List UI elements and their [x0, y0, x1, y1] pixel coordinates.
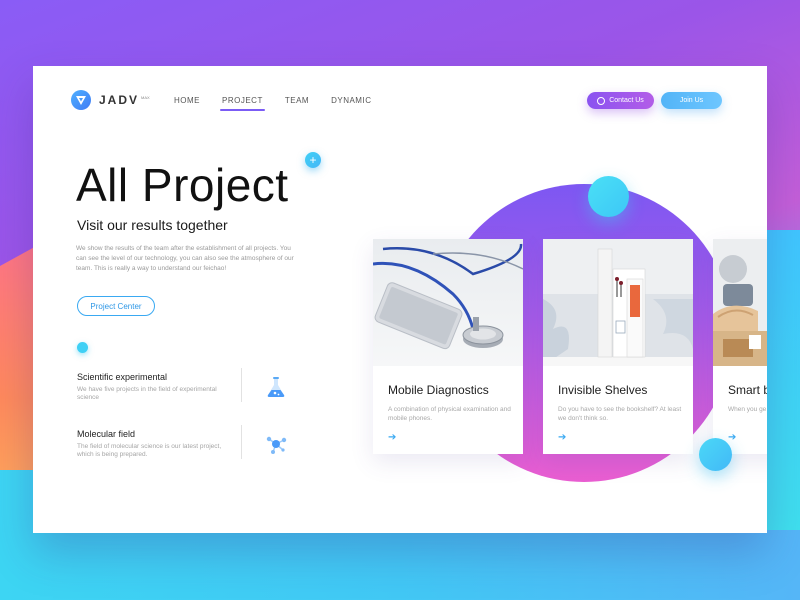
- page-subtitle: Visit our results together: [77, 217, 228, 233]
- logo-text: JADV: [99, 93, 140, 107]
- feature-description: We have five projects in the field of ex…: [77, 386, 217, 401]
- logo-superscript: MAX: [141, 94, 150, 100]
- arrow-right-icon[interactable]: ➔: [558, 432, 566, 443]
- card-title: Smart b: [728, 383, 767, 397]
- feature-molecular[interactable]: Molecular field The field of molecular s…: [77, 425, 307, 462]
- stethoscope-phone-image: [373, 239, 523, 366]
- molecule-icon: [263, 431, 289, 462]
- contact-us-button[interactable]: Contact Us: [587, 92, 654, 109]
- nav-item-dynamic[interactable]: DYNAMIC: [331, 96, 371, 105]
- card-description: Do you have to see the bookshelf? At lea…: [558, 406, 682, 422]
- arrow-right-icon[interactable]: ➔: [388, 432, 396, 443]
- card-description: When you ge breakfast bef: [728, 406, 767, 413]
- cyan-dot-decoration: [77, 342, 88, 353]
- page-description: We show the results of the team after th…: [76, 245, 294, 272]
- divider: [241, 425, 242, 459]
- flask-icon: [263, 374, 289, 405]
- card-title: Invisible Shelves: [558, 383, 648, 397]
- feature-scientific[interactable]: Scientific experimental We have five pro…: [77, 368, 307, 405]
- logo[interactable]: JADV MAX: [71, 90, 150, 110]
- chat-icon: [597, 96, 606, 105]
- contact-us-label: Contact Us: [609, 97, 644, 104]
- arrow-right-icon[interactable]: ➔: [728, 432, 736, 443]
- project-card-smart-breakfast[interactable]: Smart b When you ge breakfast bef ➔: [713, 239, 767, 454]
- breakfast-toaster-image: [713, 239, 767, 366]
- add-icon[interactable]: +: [305, 152, 321, 168]
- logo-icon: [71, 90, 91, 110]
- nav-item-team[interactable]: TEAM: [285, 96, 309, 105]
- books-on-shelf-image: [543, 239, 693, 366]
- page-title: All Project: [76, 159, 289, 211]
- cyan-circle-decoration: [588, 176, 629, 217]
- feature-description: The field of molecular science is our la…: [77, 443, 222, 458]
- divider: [241, 368, 242, 402]
- browser-page: JADV MAX HOME PROJECT TEAM DYNAMIC Conta…: [33, 66, 767, 533]
- join-us-button[interactable]: Join Us: [661, 92, 722, 109]
- main-nav: HOME PROJECT TEAM DYNAMIC: [174, 96, 393, 111]
- card-title: Mobile Diagnostics: [388, 383, 489, 397]
- card-description: A combination of physical examination an…: [388, 406, 511, 422]
- project-center-button[interactable]: Project Center: [77, 296, 155, 316]
- nav-item-project[interactable]: PROJECT: [220, 96, 265, 111]
- project-card-mobile-diagnostics[interactable]: Mobile Diagnostics A combination of phys…: [373, 239, 523, 454]
- cyan-circle-decoration-bottom: [699, 438, 732, 471]
- nav-item-home[interactable]: HOME: [174, 96, 200, 105]
- join-us-label: Join Us: [679, 97, 704, 104]
- project-card-invisible-shelves[interactable]: Invisible Shelves Do you have to see the…: [543, 239, 693, 454]
